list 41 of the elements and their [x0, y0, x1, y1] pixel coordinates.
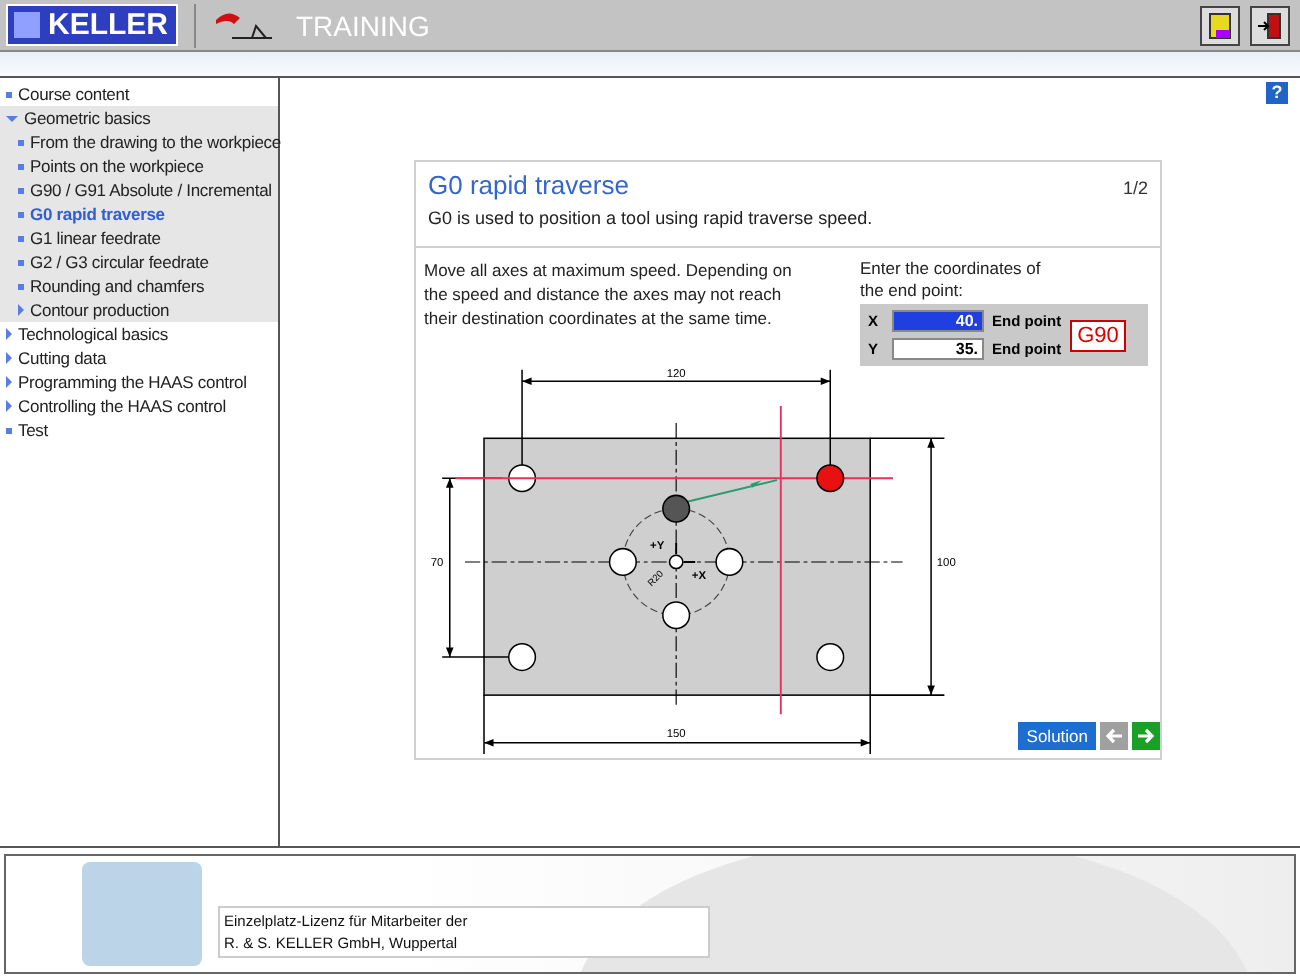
page-counter: 1/2	[1122, 178, 1148, 198]
help-button[interactable]: ?	[1266, 82, 1288, 104]
logo: KELLER	[6, 4, 178, 46]
bullet-icon	[18, 235, 24, 241]
bullet-icon	[6, 91, 12, 97]
nav-item[interactable]: G2 / G3 circular feedrate	[0, 250, 278, 274]
nav-item[interactable]: Cutting data	[0, 346, 278, 370]
lesson-text: Move all axes at maximum speed. Depending on the speed and distance the axes may not reach their destination coordinates at the same time.	[424, 258, 794, 332]
nav-item[interactable]: Points on the workpiece	[0, 154, 278, 178]
solution-button[interactable]: Solution	[1018, 722, 1096, 750]
nav-item[interactable]: Rounding and chamfers	[0, 274, 278, 298]
exit-icon[interactable]	[1250, 5, 1290, 45]
bullet-icon	[18, 187, 24, 193]
bullet-icon	[18, 211, 24, 217]
bullet-icon	[18, 139, 24, 145]
lesson-title: G0 rapid traverse	[428, 170, 629, 200]
app-title: TRAINING	[296, 9, 432, 41]
nav-item[interactable]: Course content	[0, 82, 278, 106]
nav-item[interactable]: Contour production	[0, 298, 278, 322]
coordinates-prompt: Enter the coordinates of the end point:	[860, 258, 1043, 302]
nav-item[interactable]: Technological basics	[0, 322, 278, 346]
bullet-icon	[18, 163, 24, 169]
drawing-tool-icon	[212, 9, 276, 41]
lesson-intro: G0 is used to position a tool using rapid traverse speed.	[428, 208, 875, 228]
nav-item[interactable]: G90 / G91 Absolute / Incremental	[0, 178, 278, 202]
nav-item[interactable]: G1 linear feedrate	[0, 226, 278, 250]
nav-item[interactable]: Programming the HAAS control	[0, 370, 278, 394]
coordinate-field[interactable]: 35.	[892, 338, 984, 360]
bullet-icon	[18, 259, 24, 265]
mode-badge: G90	[1069, 319, 1127, 351]
nav-item[interactable]: Controlling the HAAS control	[0, 394, 278, 418]
bullet-icon	[18, 283, 24, 289]
nav-item[interactable]: Geometric basics	[0, 106, 278, 130]
nav-item[interactable]: Test	[0, 418, 278, 442]
nav-item[interactable]: G0 rapid traverse	[0, 202, 278, 226]
manual-icon[interactable]	[1200, 5, 1240, 45]
coordinate-field[interactable]: 40.	[892, 310, 984, 332]
forward-arrow-icon[interactable]	[1132, 722, 1160, 750]
hole	[816, 643, 845, 672]
photo-placeholder	[82, 862, 202, 966]
bullet-icon	[6, 427, 12, 433]
